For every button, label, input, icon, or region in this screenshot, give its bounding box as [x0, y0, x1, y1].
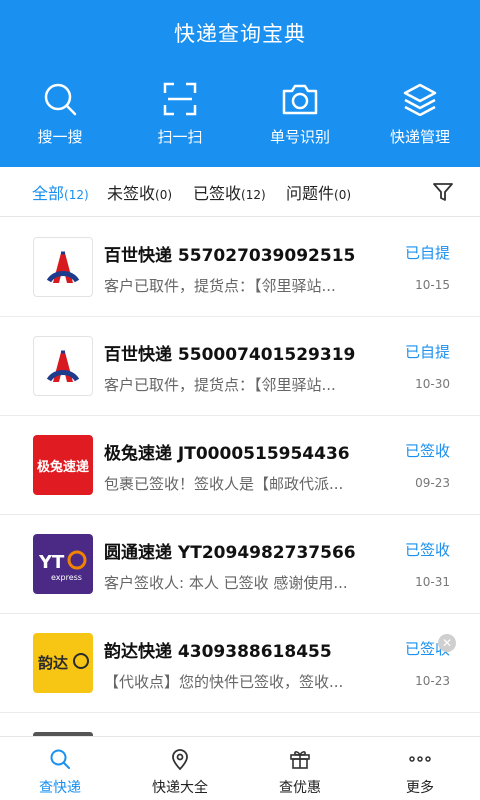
nav-track-express[interactable]: 查快递 — [0, 737, 120, 800]
package-date: 10-31 — [415, 575, 450, 589]
search-icon — [48, 747, 72, 771]
camera-icon — [281, 80, 319, 118]
gift-icon — [288, 747, 312, 771]
scan-action-button[interactable]: 扫一扫 — [120, 80, 240, 147]
tab-all[interactable]: 全部(12) — [32, 180, 89, 204]
jt-express-logo: 极兔速递 — [33, 435, 93, 495]
package-title: 百世快递 550007401529319 — [104, 340, 355, 365]
package-date: 10-23 — [415, 674, 450, 688]
best-express-logo — [33, 237, 93, 297]
company-name: 百世快递 — [104, 345, 172, 365]
filter-tabs: 全部(12) 未签收(0) 已签收(12) 问题件(0) — [0, 167, 480, 217]
filter-icon[interactable] — [432, 181, 454, 203]
nav-express-directory[interactable]: 快递大全 — [120, 737, 240, 800]
recognize-number-label: 单号识别 — [269, 128, 330, 146]
bottom-nav: 查快递 快递大全 查优惠 更多 — [0, 736, 480, 800]
package-row[interactable]: 百世快递 550007401529319 客户已取件，提货点：【邻里驿站... … — [0, 317, 480, 416]
manage-express-button[interactable]: 快递管理 — [360, 80, 480, 147]
status-badge: 已自提 — [404, 244, 450, 262]
action-bar: 搜一搜 扫一扫 单号识别 快递管理 — [0, 80, 480, 147]
app-title: 快递查询宝典 — [174, 22, 306, 46]
company-name: 韵达快递 — [104, 642, 172, 662]
package-date: 09-23 — [415, 476, 450, 490]
package-desc: 客户签收人: 本人 已签收 感谢使用... — [104, 574, 348, 592]
tab-signed-count: (12) — [241, 188, 266, 202]
svg-text:韵达: 韵达 — [38, 654, 68, 672]
company-name: 圆通速递 — [104, 543, 172, 563]
more-dots-icon — [408, 747, 432, 771]
company-name: 百世快递 — [104, 246, 172, 266]
status-badge: 已自提 — [404, 343, 450, 361]
package-title: 极兔速递 JT0000515954436 — [104, 439, 350, 464]
nav-more-label: 更多 — [406, 780, 434, 796]
search-icon — [41, 80, 79, 118]
tracking-number: YT2094982737566 — [177, 543, 356, 563]
tracking-number: JT0000515954436 — [177, 444, 350, 464]
nav-deals[interactable]: 查优惠 — [240, 737, 360, 800]
package-row[interactable]: 韵达 韵达快递 4309388618455 【代收点】您的快件已签收，签收...… — [0, 614, 480, 713]
tab-unsigned[interactable]: 未签收(0) — [107, 180, 172, 204]
nav-track-express-label: 查快递 — [39, 780, 81, 796]
tab-all-count: (12) — [64, 188, 89, 202]
tab-problem-count: (0) — [334, 188, 352, 202]
tab-problem[interactable]: 问题件(0) — [286, 180, 351, 204]
package-title: 圆通速递 YT2094982737566 — [104, 538, 356, 563]
svg-text:express: express — [51, 573, 82, 582]
nav-more[interactable]: 更多 — [360, 737, 480, 800]
search-action-button[interactable]: 搜一搜 — [0, 80, 120, 147]
tracking-number: 550007401529319 — [177, 345, 356, 365]
package-desc: 【代收点】您的快件已签收，签收... — [104, 673, 344, 691]
package-list: 百世快递 557027039092515 客户已取件，提货点：【邻里驿站... … — [0, 218, 480, 743]
tracking-number: 557027039092515 — [177, 246, 356, 266]
package-desc: 包裹已签收！签收人是【邮政代派... — [104, 475, 344, 493]
package-row[interactable]: 百世快递 557027039092515 客户已取件，提货点：【邻里驿站... … — [0, 218, 480, 317]
package-date: 10-15 — [415, 278, 450, 292]
status-badge: 已签收 — [404, 541, 450, 559]
location-pin-icon — [168, 747, 192, 771]
tab-all-label: 全部 — [32, 184, 65, 203]
package-title: 百世快递 557027039092515 — [104, 241, 355, 266]
package-desc: 客户已取件，提货点：【邻里驿站... — [104, 376, 336, 394]
yunda-express-logo: 韵达 — [33, 633, 93, 693]
nav-deals-label: 查优惠 — [279, 780, 321, 796]
app-header: 快递查询宝典 搜一搜 扫一扫 单号识别 快递管理 — [0, 0, 480, 167]
tab-signed-label: 已签收 — [193, 184, 242, 203]
jt-logo-text: 极兔速递 — [36, 459, 89, 475]
search-action-label: 搜一搜 — [37, 128, 83, 146]
status-badge: 已签收 — [404, 442, 450, 460]
nav-express-directory-label: 快递大全 — [152, 780, 208, 796]
package-title: 韵达快递 4309388618455 — [104, 637, 332, 662]
scan-icon — [161, 80, 199, 118]
best-express-logo — [33, 336, 93, 396]
package-row[interactable]: 极兔速递 极兔速递 JT0000515954436 包裹已签收！签收人是【邮政代… — [0, 416, 480, 515]
company-name: 极兔速递 — [104, 444, 172, 464]
package-row[interactable]: YT express 圆通速递 YT2094982737566 客户签收人: 本人… — [0, 515, 480, 614]
package-date: 10-30 — [415, 377, 450, 391]
layers-icon — [401, 80, 439, 118]
manage-express-label: 快递管理 — [389, 128, 450, 146]
scan-action-label: 扫一扫 — [157, 128, 203, 146]
tab-signed[interactable]: 已签收(12) — [193, 180, 266, 204]
tracking-number: 4309388618455 — [177, 642, 332, 662]
close-icon[interactable]: ✕ — [438, 634, 456, 652]
tab-unsigned-label: 未签收 — [107, 184, 156, 203]
recognize-number-button[interactable]: 单号识别 — [240, 80, 360, 147]
tab-problem-label: 问题件 — [286, 184, 335, 203]
tab-unsigned-count: (0) — [155, 188, 173, 202]
yto-express-logo: YT express — [33, 534, 93, 594]
svg-text:YT: YT — [38, 552, 65, 573]
package-desc: 客户已取件，提货点：【邻里驿站... — [104, 277, 336, 295]
